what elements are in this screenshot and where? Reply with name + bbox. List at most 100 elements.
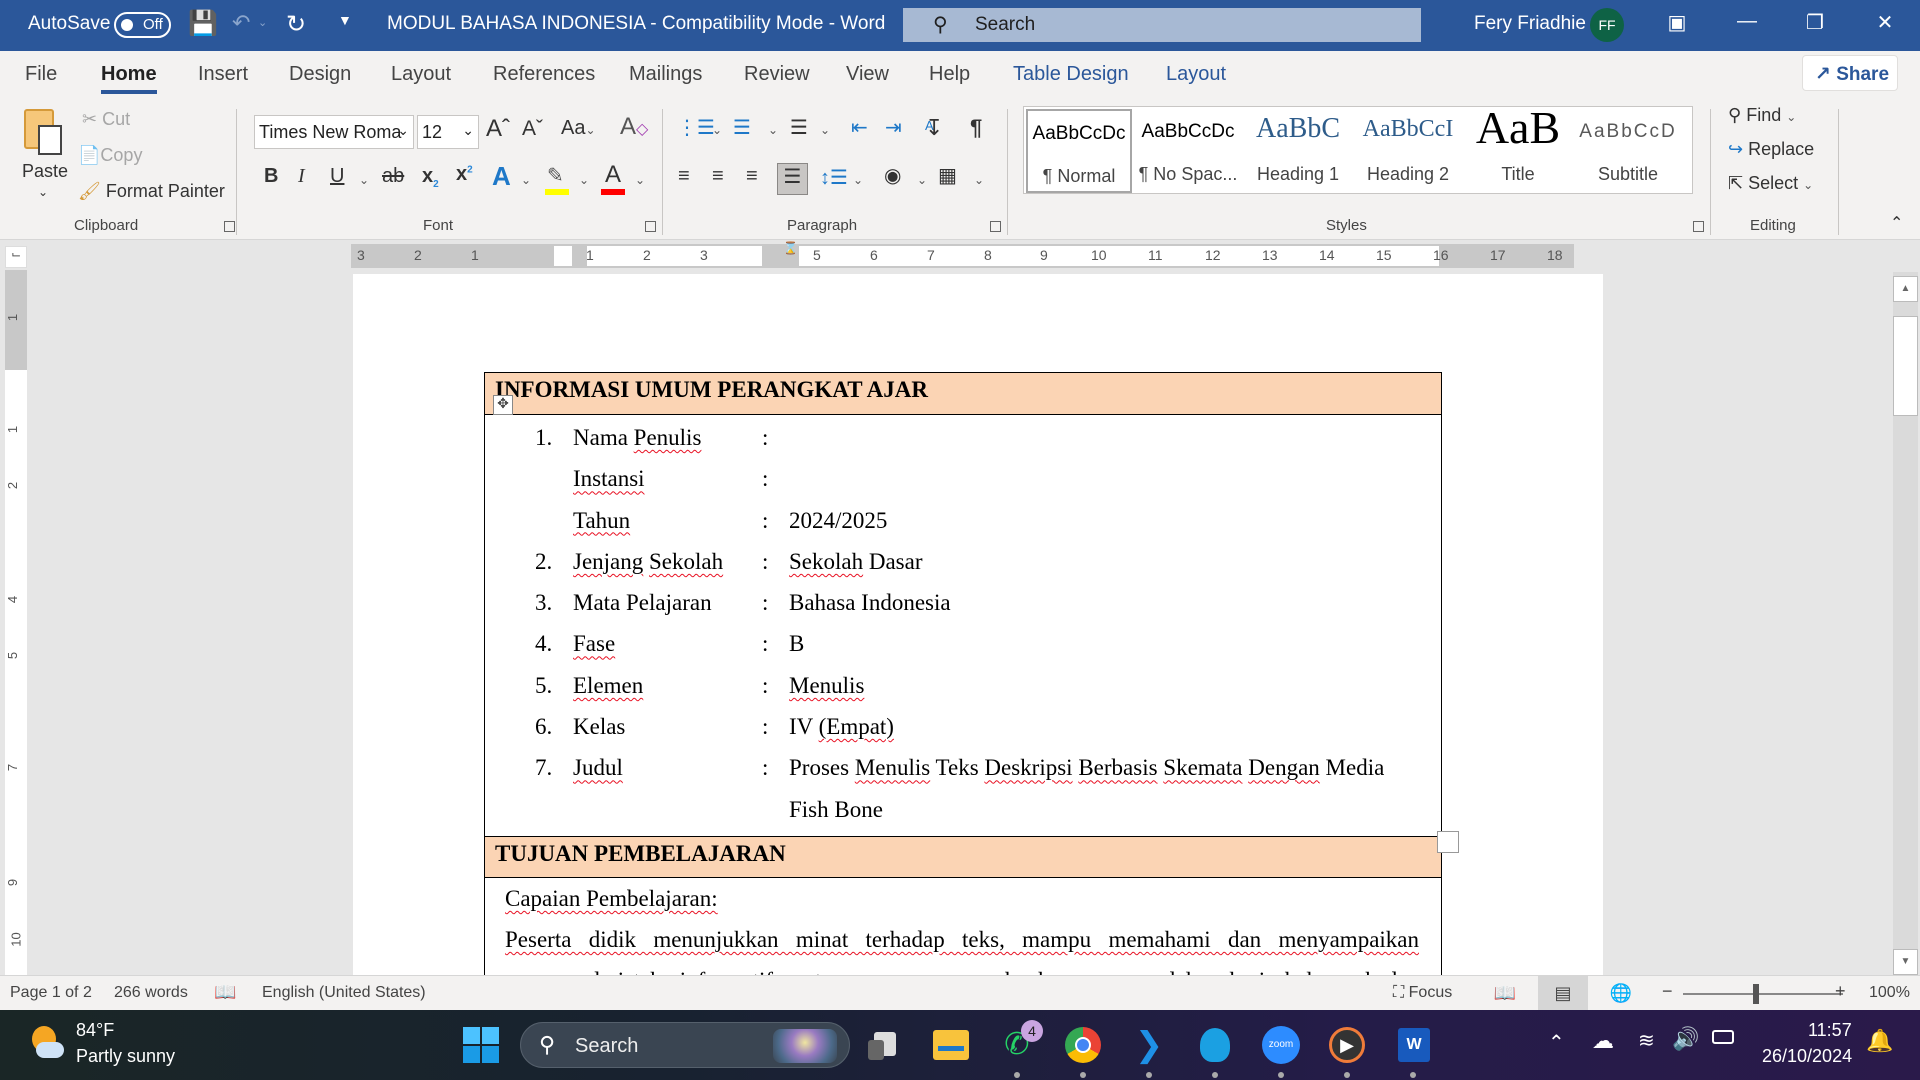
increase-indent-icon[interactable]: ⇥ — [885, 115, 902, 140]
page-count[interactable]: Page 1 of 2 — [10, 984, 92, 1002]
scroll-up-icon[interactable]: ▲ — [1893, 276, 1918, 302]
superscript-icon[interactable]: x2 — [456, 163, 473, 186]
align-center-icon[interactable]: ≡ — [712, 165, 724, 188]
document-canvas[interactable]: INFORMASI UMUM PERANGKAT AJAR ✥ 1. Nama P… — [30, 268, 1892, 975]
undo-icon[interactable]: ↶ — [232, 10, 250, 36]
shading-icon[interactable]: ◉ — [884, 163, 901, 188]
bullets-icon[interactable]: ⋮☰ — [677, 115, 715, 140]
change-case-icon[interactable]: Aa⌄ — [561, 117, 596, 140]
tab-table-design[interactable]: Table Design — [1013, 63, 1129, 86]
paste-button[interactable]: Paste — [20, 107, 70, 187]
show-formatting-marks-icon[interactable]: ¶ — [970, 115, 982, 141]
align-left-icon[interactable]: ≡ — [678, 165, 690, 188]
tab-file[interactable]: File — [25, 63, 57, 86]
web-layout-icon[interactable]: 🌐 — [1596, 976, 1646, 1010]
align-right-icon[interactable]: ≡ — [746, 165, 758, 188]
style-subtitle[interactable]: AaBbCcD Subtitle — [1574, 109, 1682, 193]
text-effects-icon[interactable]: A — [492, 161, 511, 192]
shrink-font-icon[interactable]: Aˇ — [522, 117, 543, 141]
font-color-dropdown-icon[interactable]: ⌄ — [635, 173, 645, 187]
tab-help[interactable]: Help — [929, 63, 970, 86]
font-name-combo[interactable]: Times New Roma ⌄ — [254, 115, 414, 149]
chrome-icon[interactable] — [1062, 1024, 1104, 1066]
zoom-slider-track[interactable] — [1683, 993, 1843, 995]
weather-temp[interactable]: 84°F — [76, 1020, 114, 1041]
decrease-indent-icon[interactable]: ⇤ — [851, 115, 868, 140]
zoom-slider-thumb[interactable] — [1753, 984, 1759, 1004]
underline-icon[interactable]: U — [330, 165, 344, 188]
language[interactable]: English (United States) — [262, 984, 426, 1002]
replace-button[interactable]: ↪ Replace — [1728, 139, 1814, 160]
show-hidden-icons-chevron-up-icon[interactable]: ⌃ — [1548, 1030, 1565, 1055]
file-explorer-icon[interactable] — [930, 1024, 972, 1066]
word-app-icon[interactable]: W — [1392, 1024, 1434, 1066]
sort-arrow-icon[interactable]: ↧ — [925, 115, 943, 141]
clock-date[interactable]: 26/10/2024 — [1762, 1046, 1852, 1067]
shading-dropdown-icon[interactable]: ⌄ — [917, 173, 927, 187]
share-button[interactable]: ↗ Share — [1802, 55, 1898, 91]
user-name[interactable]: Fery Friadhie — [1474, 13, 1586, 35]
weather-desc[interactable]: Partly sunny — [76, 1046, 175, 1067]
read-mode-icon[interactable]: 📖 — [1480, 976, 1530, 1010]
media-player-icon[interactable]: ▶ — [1326, 1024, 1368, 1066]
pgadmin-elephant-icon[interactable] — [1194, 1024, 1236, 1066]
cut-button[interactable]: ✂ Cut — [82, 109, 130, 130]
customize-toolbar-icon[interactable]: ▼ — [338, 12, 352, 28]
volume-icon[interactable]: 🔊 — [1672, 1026, 1699, 1052]
tab-view[interactable]: View — [846, 63, 889, 86]
grow-font-icon[interactable]: Aˆ — [486, 115, 510, 143]
zoom-level[interactable]: 100% — [1869, 984, 1910, 1002]
restore-icon[interactable]: ❐ — [1795, 10, 1835, 35]
text-effects-dropdown-icon[interactable]: ⌄ — [521, 173, 531, 187]
info-table[interactable]: INFORMASI UMUM PERANGKAT AJAR ✥ 1. Nama P… — [484, 372, 1459, 975]
start-icon[interactable] — [463, 1027, 499, 1063]
avatar[interactable]: FF — [1590, 8, 1624, 42]
scrollbar-thumb[interactable] — [1893, 316, 1918, 416]
scroll-down-icon[interactable]: ▼ — [1893, 949, 1918, 975]
tab-insert[interactable]: Insert — [198, 63, 248, 86]
style-heading-2[interactable]: AaBbCcI Heading 2 — [1354, 109, 1462, 193]
close-icon[interactable]: ✕ — [1865, 10, 1905, 35]
vscode-icon[interactable]: ❯ — [1128, 1024, 1170, 1066]
style-no-spacing[interactable]: AaBbCcDc ¶ No Spac... — [1134, 109, 1242, 193]
borders-icon[interactable]: ▦ — [938, 163, 957, 188]
multilevel-dropdown-icon[interactable]: ⌄ — [820, 123, 830, 137]
font-color-button[interactable]: A — [601, 161, 627, 197]
clock-time[interactable]: 11:57 — [1808, 1020, 1852, 1041]
task-view-icon[interactable] — [864, 1024, 906, 1066]
paragraph-launcher-icon[interactable] — [990, 221, 1001, 232]
taskbar-search[interactable]: ⚲ Search — [520, 1022, 850, 1068]
search-box[interactable]: ⚲ Search — [903, 8, 1421, 42]
font-size-combo[interactable]: 12 ⌄ — [417, 115, 479, 149]
table-resize-handle[interactable] — [1437, 831, 1459, 853]
horizontal-ruler[interactable]: 3 2 1 1 2 3 5 6 7 8 9 10 11 12 13 14 15 … — [351, 241, 1574, 268]
italic-icon[interactable]: I — [298, 165, 305, 188]
copy-button[interactable]: 📄Copy — [78, 145, 142, 166]
focus-button[interactable]: ⛶ Focus — [1393, 984, 1452, 1002]
highlight-color-button[interactable]: ✎ — [545, 163, 571, 197]
undo-dropdown-icon[interactable]: ⌄ — [258, 16, 267, 29]
tab-home[interactable]: Home — [101, 63, 157, 94]
tab-design[interactable]: Design — [289, 63, 351, 86]
multilevel-list-icon[interactable]: ☰ — [790, 115, 808, 140]
autosave-toggle[interactable]: Off — [114, 12, 171, 38]
table-move-handle-icon[interactable]: ✥ — [493, 395, 513, 415]
zoom-app-icon[interactable]: zoom — [1260, 1024, 1302, 1066]
style-normal[interactable]: AaBbCcDc ¶ Normal — [1026, 109, 1132, 193]
borders-dropdown-icon[interactable]: ⌄ — [974, 173, 984, 187]
tab-layout[interactable]: Layout — [391, 63, 451, 86]
tab-references[interactable]: References — [493, 63, 595, 86]
numbering-dropdown-icon[interactable]: ⌄ — [768, 123, 778, 137]
onedrive-cloud-icon[interactable]: ☁ — [1592, 1028, 1614, 1054]
highlight-dropdown-icon[interactable]: ⌄ — [579, 173, 589, 187]
document-page[interactable]: INFORMASI UMUM PERANGKAT AJAR ✥ 1. Nama P… — [353, 274, 1603, 975]
tab-table-layout[interactable]: Layout — [1166, 63, 1226, 86]
format-painter-button[interactable]: 🖌 Format Painter — [78, 181, 225, 202]
select-button[interactable]: ⇱ Select ⌄ — [1728, 173, 1813, 194]
styles-launcher-icon[interactable] — [1693, 221, 1704, 232]
wifi-icon[interactable]: ≋ — [1638, 1028, 1655, 1053]
subscript-icon[interactable]: x2 — [422, 165, 439, 190]
font-launcher-icon[interactable] — [645, 221, 656, 232]
vertical-scrollbar[interactable]: ▲ ▼ — [1893, 272, 1918, 975]
battery-icon[interactable] — [1712, 1030, 1734, 1044]
